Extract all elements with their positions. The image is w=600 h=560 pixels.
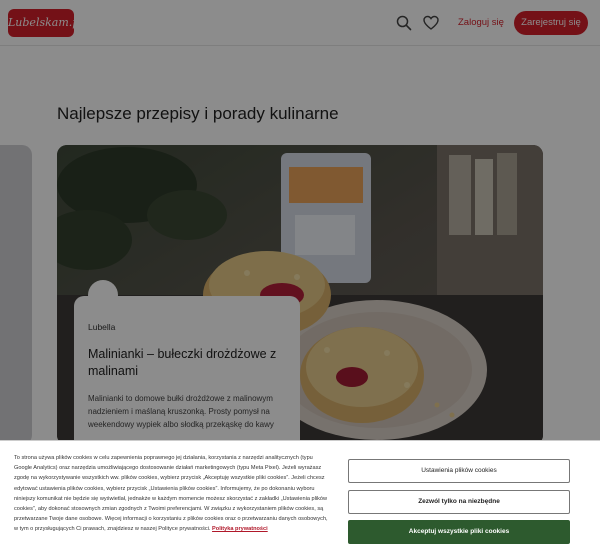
cookie-settings-button[interactable]: Ustawienia plików cookies <box>348 459 570 483</box>
allow-necessary-button[interactable]: Zezwól tylko na niezbędne <box>348 490 570 514</box>
accept-all-cookies-button[interactable]: Akceptuj wszystkie pliki cookies <box>348 520 570 544</box>
privacy-policy-link[interactable]: Polityka prywatności <box>212 526 268 532</box>
cookie-text: To strona używa plików cookies w celu za… <box>14 453 330 535</box>
cookie-text-body: To strona używa plików cookies w celu za… <box>14 455 328 533</box>
